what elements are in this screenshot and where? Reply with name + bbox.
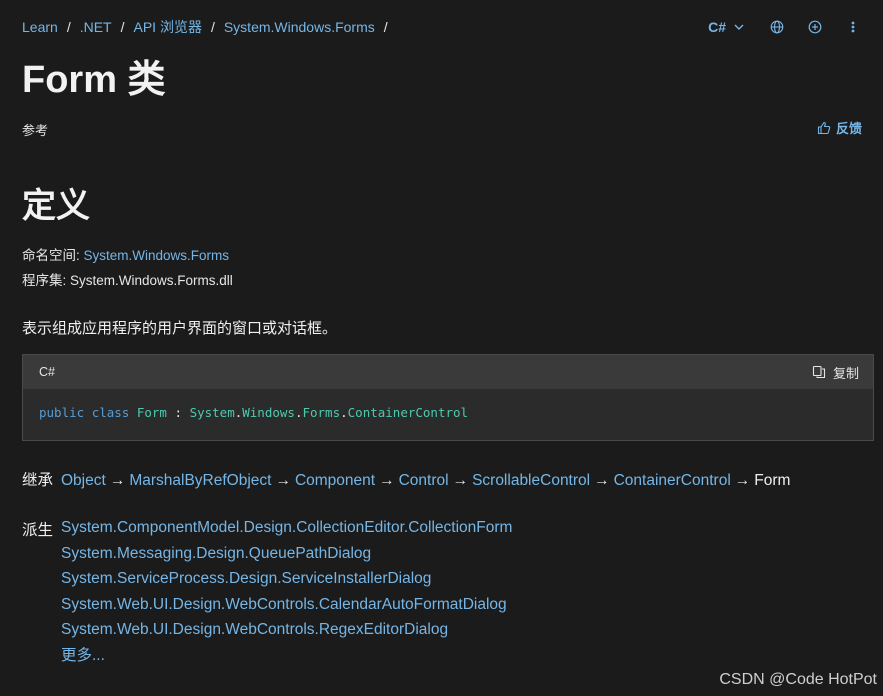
- inherit-current-class: Form: [754, 472, 791, 489]
- code-ns-windows: Windows: [242, 405, 295, 420]
- code-dot: .: [340, 405, 348, 420]
- definition-heading: 定义: [22, 187, 90, 225]
- inherit-link-containercontrol[interactable]: ContainerControl: [614, 472, 731, 489]
- code-colon: :: [174, 405, 183, 420]
- inherit-arrow: →: [379, 472, 395, 489]
- derived-link[interactable]: System.Web.UI.Design.WebControls.Calenda…: [61, 596, 507, 613]
- code-keyword-class: class: [91, 405, 130, 420]
- feedback-label: 反馈: [835, 121, 862, 136]
- inherit-link-component[interactable]: Component: [295, 472, 375, 489]
- derived-link[interactable]: System.Web.UI.Design.WebControls.RegexEd…: [61, 621, 448, 638]
- inheritance-label: 继承: [22, 472, 54, 489]
- code-ns-forms: Forms: [302, 405, 341, 420]
- inherit-arrow: →: [594, 472, 610, 489]
- copy-icon: [811, 364, 827, 380]
- globe-icon[interactable]: [769, 19, 785, 35]
- breadcrumb-api-browser[interactable]: API 浏览器: [133, 17, 201, 37]
- inherit-arrow: →: [734, 472, 751, 489]
- thumbs-up-icon: [816, 120, 832, 136]
- derived-link[interactable]: System.Messaging.Design.QueuePathDialog: [61, 545, 371, 562]
- derived-more-link[interactable]: 更多...: [61, 647, 105, 664]
- breadcrumb-separator: /: [383, 19, 388, 35]
- code-class-name: Form: [136, 405, 167, 420]
- code-ns-system: System: [189, 405, 235, 420]
- feedback-button[interactable]: 反馈: [816, 118, 862, 137]
- breadcrumb-separator: /: [120, 19, 125, 35]
- chevron-down-icon: [731, 19, 747, 35]
- inheritance-row: 继承 Object → MarshalByRefObject → Component → Co…: [22, 468, 790, 490]
- language-label: C#: [708, 19, 726, 35]
- assembly-key: 程序集:: [22, 273, 67, 288]
- assembly-value: System.Windows.Forms.dll: [70, 273, 233, 288]
- breadcrumb-dotnet[interactable]: .NET: [80, 19, 112, 35]
- breadcrumb-separator: /: [66, 19, 71, 35]
- top-bar: Learn / .NET / API 浏览器 / System.Windows.…: [22, 16, 861, 38]
- more-vertical-icon[interactable]: [845, 19, 861, 35]
- language-selector[interactable]: C#: [708, 19, 747, 35]
- derived-link[interactable]: System.ServiceProcess.Design.ServiceInst…: [61, 570, 431, 587]
- namespace-row: 命名空间: System.Windows.Forms: [22, 244, 229, 264]
- derived-label: 派生: [22, 522, 54, 539]
- code-keyword-public: public: [39, 405, 85, 420]
- code-base-class: ContainerControl: [347, 405, 469, 420]
- namespace-link[interactable]: System.Windows.Forms: [84, 248, 230, 263]
- derived-list: System.ComponentModel.Design.CollectionE…: [61, 518, 512, 671]
- inherit-link-control[interactable]: Control: [399, 472, 449, 489]
- copy-button[interactable]: 复制: [811, 363, 859, 382]
- watermark: CSDN @Code HotPot: [719, 671, 877, 688]
- inherit-link-scrollablecontrol[interactable]: ScrollableControl: [472, 472, 590, 489]
- code-block: C# 复制 public class Form : System. Windows…: [22, 354, 874, 441]
- page-title: Form 类: [22, 59, 166, 101]
- code-language-label: C#: [39, 365, 55, 379]
- breadcrumb-system-windows-forms[interactable]: System.Windows.Forms: [224, 19, 375, 35]
- copy-label: 复制: [832, 365, 859, 381]
- inherit-link-marshalbyrefobject[interactable]: MarshalByRefObject: [129, 472, 271, 489]
- plus-circle-icon[interactable]: [807, 19, 823, 35]
- breadcrumb-learn[interactable]: Learn: [22, 19, 58, 35]
- derived-link[interactable]: System.ComponentModel.Design.CollectionE…: [61, 519, 512, 536]
- assembly-row: 程序集: System.Windows.Forms.dll: [22, 269, 233, 289]
- breadcrumb-separator: /: [210, 19, 215, 35]
- breadcrumb: Learn / .NET / API 浏览器 / System.Windows.…: [22, 17, 397, 37]
- inherit-arrow: →: [109, 472, 126, 489]
- class-summary: 表示组成应用程序的用户界面的窗口或对话框。: [22, 320, 338, 337]
- inherit-link-object[interactable]: Object: [61, 472, 106, 489]
- namespace-key: 命名空间:: [22, 248, 80, 263]
- reference-label: 参考: [22, 123, 49, 138]
- inherit-arrow: →: [452, 472, 469, 489]
- header-actions: C#: [708, 19, 861, 35]
- inherit-arrow: →: [275, 472, 291, 489]
- code-content: public class Form : System.Windows.Forms…: [23, 389, 873, 436]
- code-header: C# 复制: [23, 355, 873, 389]
